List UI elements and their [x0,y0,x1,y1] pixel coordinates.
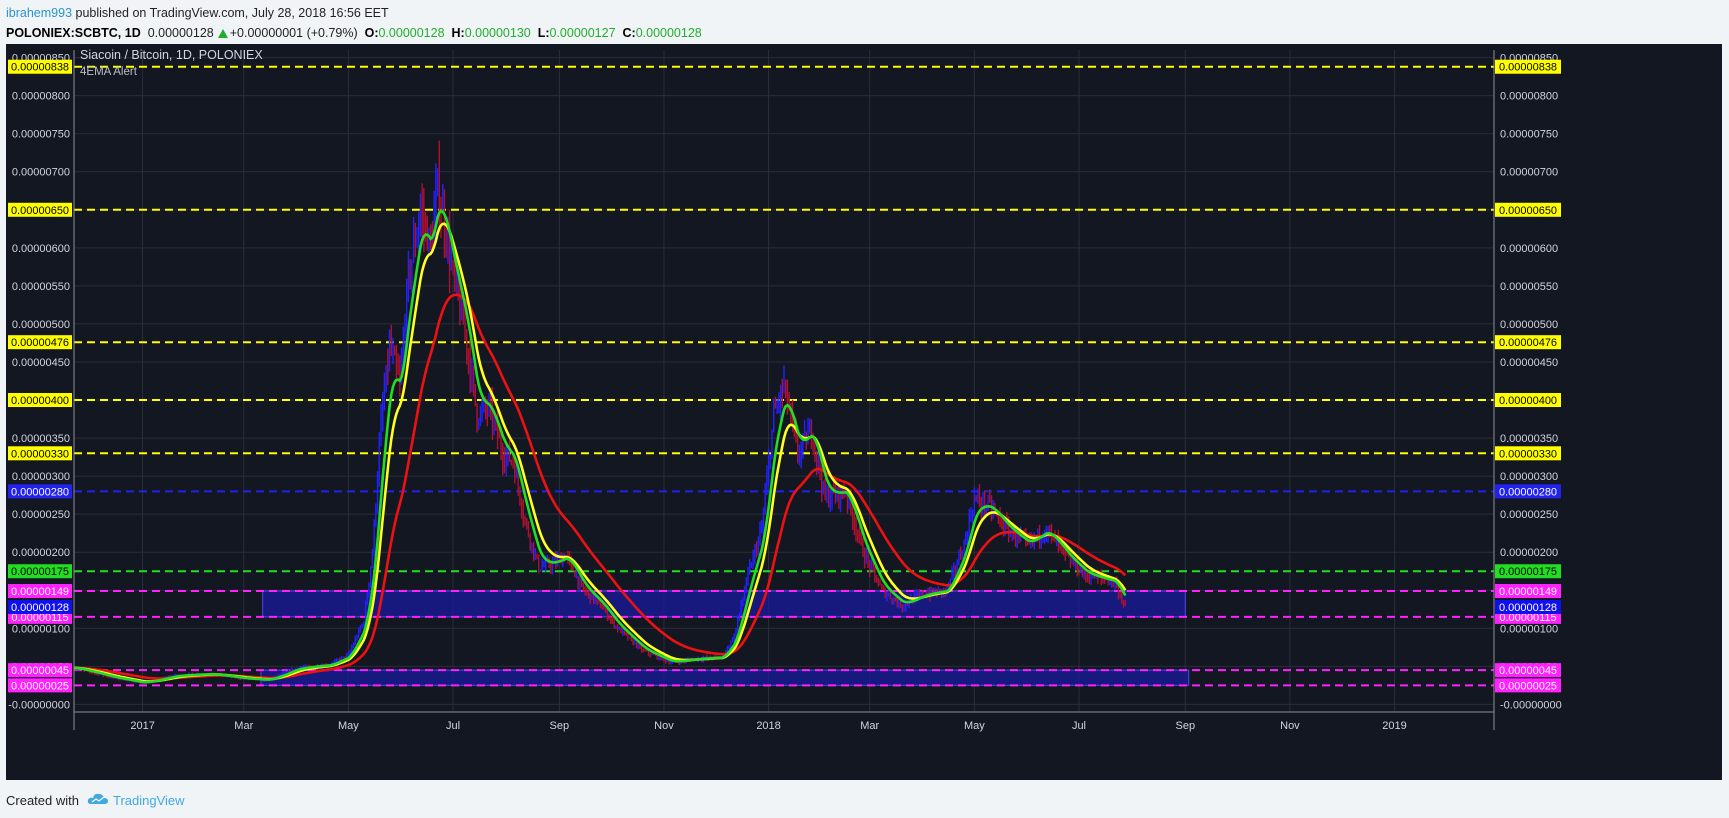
x-tick-label: Sep [550,720,570,732]
high-value: 0.00000130 [464,26,531,40]
y-tick-label-right: 0.00000550 [1500,281,1558,293]
y-tick-label-right: 0.00000800 [1500,91,1558,103]
x-tick-label: Jul [446,720,460,732]
y-tick-label-left: 0.00000550 [12,281,70,293]
level-label-left: 0.00000476 [11,337,69,349]
y-tick-label-right: 0.00000750 [1500,129,1558,141]
current-price-right: 0.00000128 [1499,602,1557,614]
y-tick-label-left: 0.00000300 [12,471,70,483]
close-value: 0.00000128 [635,26,702,40]
last-price: 0.00000128 [147,26,214,40]
chart-title: Siacoin / Bitcoin, 1D, POLONIEX [80,48,263,62]
open-value: 0.00000128 [378,26,445,40]
price-chart[interactable]: 0.00000850 0.000008500.00000800 0.00000800… [6,44,1722,780]
x-tick-label: Jul [1072,720,1086,732]
x-tick-label: Mar [234,720,253,732]
y-tick-label-left: 0.00000250 [12,509,70,521]
current-price-left: 0.00000128 [11,602,69,614]
range-zone [260,669,1190,686]
y-tick-label-left: 0.00000750 [12,129,70,141]
author-link[interactable]: ibrahem993 [6,6,72,20]
level-label-left: 0.00000650 [11,205,69,217]
level-label-left: 0.00000045 [11,665,69,677]
x-tick-label: May [964,720,985,732]
y-tick-label-right: -0.00000000 [1500,699,1562,711]
level-label-left: 0.00000330 [11,448,69,460]
up-arrow-icon [217,29,228,38]
x-tick-label: 2017 [130,720,154,732]
level-label-left: 0.00000838 [11,62,69,74]
y-tick-label-left: 0.00000800 [12,91,70,103]
publish-header: ibrahem993 published on TradingView.com,… [6,3,702,43]
publish-line: ibrahem993 published on TradingView.com,… [6,3,702,23]
level-label-left: 0.00000175 [11,566,69,578]
level-label-right: 0.00000330 [1499,448,1557,460]
level-label-left: 0.00000400 [11,395,69,407]
y-tick-label-right: 0.00000450 [1500,357,1558,369]
close-label: C: [622,26,636,40]
low-label: L: [537,26,550,40]
chart-container[interactable]: 0.00000850 0.00000850 0.00000800 0.00000800… [6,44,1722,780]
x-tick-label: Nov [1280,720,1300,732]
y-tick-label-right: 0.00000700 [1500,167,1558,179]
level-label-right: 0.00000838 [1499,62,1557,74]
y-tick-label-right: 0.00000250 [1500,509,1558,521]
price-change: +0.00000001 (+0.79%) [229,26,358,40]
indicator-label: 4EMA Alert [80,66,138,78]
x-tick-label: 2018 [756,720,780,732]
y-tick-label-left: -0.00000000 [8,699,70,711]
level-label-left: 0.00000280 [11,486,69,498]
open-label: O: [364,26,379,40]
level-label-right: 0.00000175 [1499,566,1557,578]
y-tick-label-right: 0.00000600 [1500,243,1558,255]
x-tick-label: Nov [654,720,674,732]
y-tick-label-left: 0.00000700 [12,167,70,179]
level-label-right: 0.00000149 [1499,586,1557,598]
level-label-left: 0.00000149 [11,586,69,598]
range-zone [262,590,1186,618]
y-tick-label-left: 0.00000350 [12,433,70,445]
tradingview-link[interactable]: TradingView [113,793,185,808]
y-tick-label-left: 0.00000450 [12,357,70,369]
level-label-right: 0.00000650 [1499,205,1557,217]
y-tick-label-right: 0.00000100 [1500,623,1558,635]
level-label-right: 0.00000476 [1499,337,1557,349]
level-label-right: 0.00000280 [1499,486,1557,498]
level-label-right: 0.00000400 [1499,395,1557,407]
y-tick-label-left: 0.00000200 [12,547,70,559]
cloud-icon [87,791,109,813]
symbol-label: POLONIEX:SCBTC, 1D [6,26,141,40]
y-tick-label-right: 0.00000500 [1500,319,1558,331]
y-tick-label-left: 0.00000600 [12,243,70,255]
publish-info: published on TradingView.com, July 28, 2… [72,6,389,20]
created-with-label: Created with [6,793,79,808]
y-tick-label-left: 0.00000500 [12,319,70,331]
footer: Created with TradingView [6,790,185,812]
x-tick-label: May [338,720,359,732]
quote-line: POLONIEX:SCBTC, 1D 0.00000128 +0.00000001… [6,23,702,43]
x-tick-label: 2019 [1382,720,1406,732]
y-tick-label-right: 0.00000300 [1500,471,1558,483]
level-label-left: 0.00000025 [11,680,69,692]
y-tick-label-left: 0.00000100 [12,623,70,635]
high-label: H: [451,26,465,40]
y-tick-label-right: 0.00000350 [1500,433,1558,445]
low-value: 0.00000127 [549,26,616,40]
x-tick-label: Mar [860,720,879,732]
x-tick-label: Sep [1176,720,1196,732]
y-tick-label-right: 0.00000200 [1500,547,1558,559]
level-label-right: 0.00000025 [1499,680,1557,692]
level-label-right: 0.00000045 [1499,665,1557,677]
